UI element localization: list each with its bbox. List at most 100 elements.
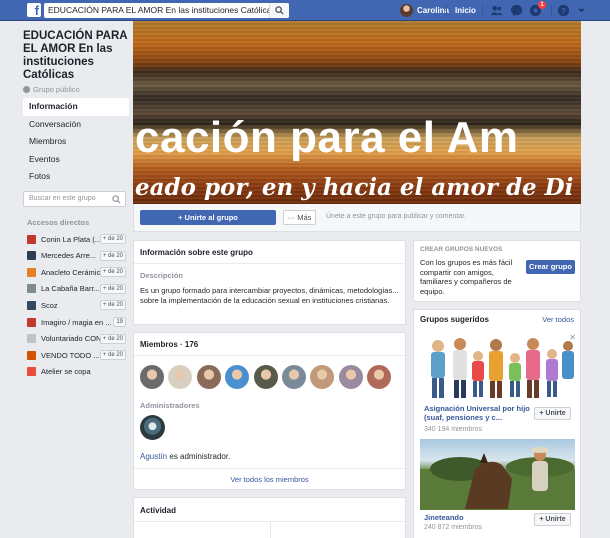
shortcuts-heading: Accesos directos <box>27 218 90 227</box>
group-thumbnail-icon <box>27 334 36 344</box>
group-nav: Información Conversación Miembros Evento… <box>23 98 129 186</box>
group-privacy: Grupo público <box>23 85 129 94</box>
suggested-group-members: 240 872 miembros <box>424 524 482 531</box>
create-group-button[interactable]: Crear grupo <box>526 260 575 274</box>
suggested-group-name[interactable]: Asignación Universal por hijo (suaf, pen… <box>424 404 534 422</box>
admin-name-link[interactable]: Agustín <box>140 452 167 461</box>
members-card: Miembros · 176 Administradores Agustín e… <box>133 332 406 490</box>
shortcut-count-badge: + de 20 <box>99 300 126 311</box>
search-input[interactable]: EDUCACIÓN PARA EL AMOR En las institucio… <box>48 5 276 15</box>
group-thumbnail-icon <box>27 251 36 261</box>
shortcut-item[interactable]: Atelier se copa <box>27 366 126 378</box>
cover-text-line2: eado por, en y hacia el amor de Di <box>135 174 574 201</box>
nav-item-miembros[interactable]: Miembros <box>23 133 129 151</box>
member-avatar[interactable] <box>168 365 193 389</box>
help-icon[interactable]: ? <box>557 4 570 17</box>
member-avatar[interactable] <box>338 365 363 389</box>
nav-item-fotos[interactable]: Fotos <box>23 168 129 186</box>
shortcut-count-badge: + de 20 <box>99 350 126 361</box>
member-avatar[interactable] <box>281 365 306 389</box>
admin-suffix: es administrador. <box>167 452 231 461</box>
admin-avatar[interactable] <box>140 415 165 440</box>
facebook-logo-icon[interactable]: f <box>27 3 41 17</box>
group-sidebar: EDUCACIÓN PARA EL AMOR En las institucio… <box>23 30 129 186</box>
notification-badge: 1 <box>538 1 546 9</box>
suggested-group-image[interactable] <box>420 330 575 402</box>
member-avatar[interactable] <box>140 365 164 389</box>
shortcut-item[interactable]: Conin La Plata (... + de 20 <box>27 233 126 245</box>
group-thumbnail-icon <box>27 367 36 377</box>
divider <box>482 5 483 16</box>
join-suggested-group-button[interactable]: + Unirte <box>534 407 571 420</box>
join-group-button[interactable]: + Unirte al grupo <box>140 210 276 225</box>
shortcut-label: VENDO TODO ... <box>41 350 100 360</box>
nav-item-informacion[interactable]: Información <box>23 98 129 116</box>
activity-heading: Actividad <box>140 506 177 515</box>
search-bar[interactable]: EDUCACIÓN PARA EL AMOR En las institucio… <box>44 3 289 18</box>
svg-text:?: ? <box>561 6 566 16</box>
description-text: Es un grupo formado para intercambiar pr… <box>140 286 399 305</box>
more-button[interactable]: ··· Más <box>283 210 316 225</box>
see-all-members-link[interactable]: Ver todos los miembros <box>134 475 405 484</box>
nav-item-eventos[interactable]: Eventos <box>23 151 129 169</box>
create-group-card: CREAR GRUPOS NUEVOS Con los grupos es má… <box>413 240 581 302</box>
description-label: Descripción <box>140 271 183 280</box>
group-thumbnail-icon <box>27 350 36 360</box>
search-button[interactable] <box>269 3 289 18</box>
group-thumbnail-icon <box>27 267 36 277</box>
group-action-bar: + Unirte al grupo ··· Más Únete a este g… <box>133 204 581 232</box>
shortcut-label: Scoz <box>41 300 58 310</box>
shortcut-label: La Cabaña Barr... <box>41 284 100 294</box>
group-title[interactable]: EDUCACIÓN PARA EL AMOR En las institucio… <box>23 30 129 82</box>
member-avatars <box>140 365 396 389</box>
member-avatar[interactable] <box>367 365 392 389</box>
shortcut-item[interactable]: Scoz + de 20 <box>27 299 126 311</box>
suggested-group-name[interactable]: Jineteando <box>424 513 464 522</box>
shortcut-item[interactable]: Voluntariado CONIN ...+ de 20 <box>27 333 126 345</box>
see-all-suggested-link[interactable]: Ver todos <box>542 315 574 324</box>
shortcut-count-badge: + de 20 <box>99 333 126 344</box>
shortcut-label: Anacleto Cerámicos y ... <box>41 267 100 277</box>
account-menu-chevron-down-icon[interactable] <box>577 6 586 15</box>
suggested-group-image[interactable] <box>420 439 575 510</box>
shortcut-item[interactable]: La Cabaña Barr... + de 20 <box>27 283 126 295</box>
admins-label: Administradores <box>140 401 200 410</box>
globe-icon <box>23 86 30 93</box>
divider <box>134 355 405 356</box>
shortcut-item[interactable]: VENDO TODO ... + de 20 <box>27 349 126 361</box>
nav-item-conversacion[interactable]: Conversación <box>23 116 129 134</box>
cover-photo[interactable]: cación para el Am eado por, en y hacia e… <box>133 21 581 204</box>
member-avatar[interactable] <box>310 365 335 389</box>
shortcut-item[interactable]: Mercedes Arre... + de 20 <box>27 250 126 262</box>
shortcut-count-badge: + de 20 <box>99 267 126 278</box>
search-icon <box>275 6 284 15</box>
profile-link[interactable]: Carolina <box>400 3 449 18</box>
group-privacy-label: Grupo público <box>33 85 80 94</box>
shortcut-count-badge: + de 20 <box>99 234 126 244</box>
home-link[interactable]: Inicio <box>455 6 476 15</box>
shortcut-item[interactable]: Anacleto Cerámicos y ...+ de 20 <box>27 266 126 278</box>
members-heading[interactable]: Miembros · 176 <box>140 340 198 349</box>
divider <box>270 521 271 538</box>
member-avatar[interactable] <box>225 365 250 389</box>
shortcut-item[interactable]: Imagiro / magia en ... 19 <box>27 316 126 328</box>
top-navigation-bar: f EDUCACIÓN PARA EL AMOR En las instituc… <box>0 0 610 21</box>
shortcut-label: Mercedes Arre... <box>41 251 97 261</box>
horse-rider-photo <box>420 447 575 510</box>
group-thumbnail-icon <box>27 284 36 294</box>
member-avatar[interactable] <box>253 365 278 389</box>
divider <box>446 5 447 16</box>
shortcut-count-badge: + de 20 <box>99 283 126 294</box>
friend-requests-icon[interactable] <box>490 4 503 17</box>
suggested-groups-card: Grupos sugeridos Ver todos ✕ Asignación … <box>413 309 581 538</box>
join-suggested-group-button[interactable]: + Unirte <box>534 513 571 526</box>
user-name: Carolina <box>417 6 450 15</box>
shortcut-count-badge: + de 20 <box>99 250 126 261</box>
close-icon[interactable]: ✕ <box>569 333 576 342</box>
shortcut-label: Atelier se copa <box>41 367 91 377</box>
suggested-heading: Grupos sugeridos <box>420 315 489 324</box>
group-search-input[interactable]: Buscar en este grupo <box>23 191 126 207</box>
messenger-icon[interactable] <box>510 4 523 17</box>
member-avatar[interactable] <box>196 365 221 389</box>
suggested-group-members: 340 194 miembros <box>424 426 482 433</box>
